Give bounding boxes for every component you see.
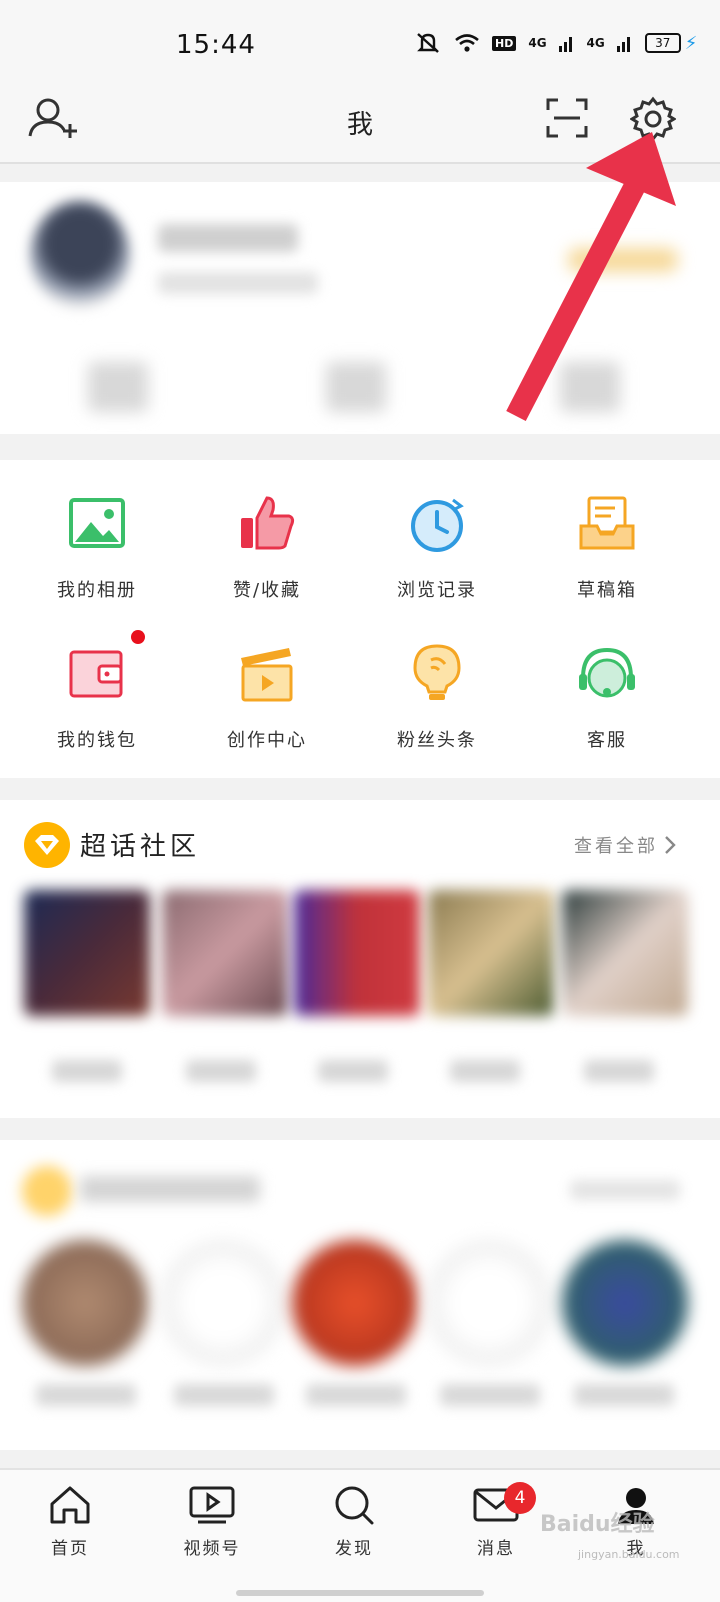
notification-dot	[131, 630, 145, 644]
watermark-logo: Baidu经验	[540, 1512, 655, 1537]
watermark-url: jingyan.baidu.com	[578, 1548, 680, 1561]
photo-album-icon	[65, 492, 129, 556]
topic-caption-blurred	[318, 1060, 388, 1082]
follow-caption-blurred	[36, 1384, 136, 1406]
follow-avatar[interactable]	[562, 1240, 688, 1366]
grid-item-drafts[interactable]: 草稿箱	[522, 492, 692, 602]
view-all-link[interactable]: 查看全部	[574, 832, 676, 858]
status-icons: HD 4G 4G 37 ⚡	[414, 32, 697, 54]
signal-1: 4G	[528, 36, 547, 50]
lightbulb-icon	[405, 642, 469, 706]
home-icon	[50, 1486, 90, 1524]
grid-label: 粉丝头条	[397, 730, 477, 751]
grid-label: 赞/收藏	[232, 580, 302, 601]
tab-messages[interactable]: 4 消息	[436, 1482, 556, 1559]
tab-label: 视频号	[183, 1539, 241, 1559]
diamond-icon	[24, 822, 70, 868]
topic-caption-blurred	[584, 1060, 654, 1082]
grid-label: 我的钱包	[57, 730, 137, 751]
history-clock-icon	[405, 492, 469, 556]
grid-label: 草稿箱	[577, 580, 637, 601]
grid-item-wallet[interactable]: 我的钱包	[12, 630, 182, 752]
topic-thumb[interactable]	[162, 890, 288, 1016]
follow-caption-blurred	[574, 1384, 674, 1406]
topic-thumb[interactable]	[562, 890, 688, 1016]
grid-item-fans[interactable]: 粉丝头条	[352, 642, 522, 752]
grid-label: 客服	[587, 730, 627, 751]
search-icon	[335, 1486, 374, 1525]
tab-label: 消息	[477, 1539, 515, 1559]
unread-badge: 4	[504, 1482, 536, 1514]
grid-label: 浏览记录	[397, 580, 477, 601]
video-icon	[189, 1486, 235, 1524]
home-indicator[interactable]	[236, 1590, 484, 1596]
battery-indicator: 37	[644, 33, 681, 53]
follow-avatar[interactable]	[292, 1240, 418, 1366]
mute-icon	[417, 33, 439, 53]
tab-discover[interactable]: 发现	[294, 1484, 414, 1559]
stat-blurred[interactable]	[326, 362, 386, 412]
follow-caption-blurred	[440, 1384, 540, 1406]
topic-caption-blurred	[450, 1060, 520, 1082]
grid-item-album[interactable]: 我的相册	[12, 492, 182, 602]
annotation-arrow	[506, 132, 676, 422]
grid-item-history[interactable]: 浏览记录	[352, 492, 522, 602]
section-link-blurred	[570, 1180, 680, 1200]
topic-caption-blurred	[186, 1060, 256, 1082]
section-icon-blurred	[22, 1166, 72, 1216]
status-time: 15:44	[176, 30, 256, 60]
chevron-right-icon	[665, 836, 676, 854]
tab-label: 首页	[51, 1539, 89, 1559]
drafts-box-icon	[575, 492, 639, 556]
thumbs-up-icon	[235, 492, 299, 556]
profile-name-blurred	[158, 224, 298, 252]
clapperboard-icon	[235, 642, 299, 706]
charging-icon: ⚡	[684, 32, 698, 54]
grid-label: 创作中心	[227, 730, 307, 751]
section-title: 超话社区	[80, 832, 201, 862]
grid-item-creator[interactable]: 创作中心	[182, 642, 352, 752]
signal-bars-icon	[558, 37, 572, 52]
signal-2: 4G	[586, 36, 605, 50]
topic-thumb[interactable]	[294, 890, 420, 1016]
follow-caption-blurred	[306, 1384, 406, 1406]
grid-label: 我的相册	[57, 580, 137, 601]
grid-item-likes[interactable]: 赞/收藏	[182, 492, 352, 602]
view-all-label: 查看全部	[574, 836, 658, 857]
tab-home[interactable]: 首页	[10, 1484, 130, 1559]
follow-caption-blurred	[174, 1384, 274, 1406]
hd-tag: HD	[492, 35, 517, 51]
topic-caption-blurred	[52, 1060, 122, 1082]
topic-thumb[interactable]	[24, 890, 150, 1016]
topic-thumb[interactable]	[428, 890, 554, 1016]
follow-avatar[interactable]	[160, 1240, 286, 1366]
tab-label: 发现	[335, 1539, 373, 1559]
profile-desc-blurred	[158, 272, 318, 294]
tab-video[interactable]: 视频号	[152, 1484, 272, 1559]
wifi-icon	[455, 34, 479, 52]
follow-avatar[interactable]	[22, 1240, 148, 1366]
headset-icon	[575, 642, 639, 706]
signal-bars-icon	[616, 37, 630, 52]
stat-blurred[interactable]	[88, 362, 148, 412]
grid-item-service[interactable]: 客服	[522, 642, 692, 752]
wallet-icon	[65, 630, 145, 706]
section-title-blurred	[80, 1176, 260, 1202]
avatar[interactable]	[30, 200, 130, 310]
follow-avatar[interactable]	[426, 1240, 552, 1366]
